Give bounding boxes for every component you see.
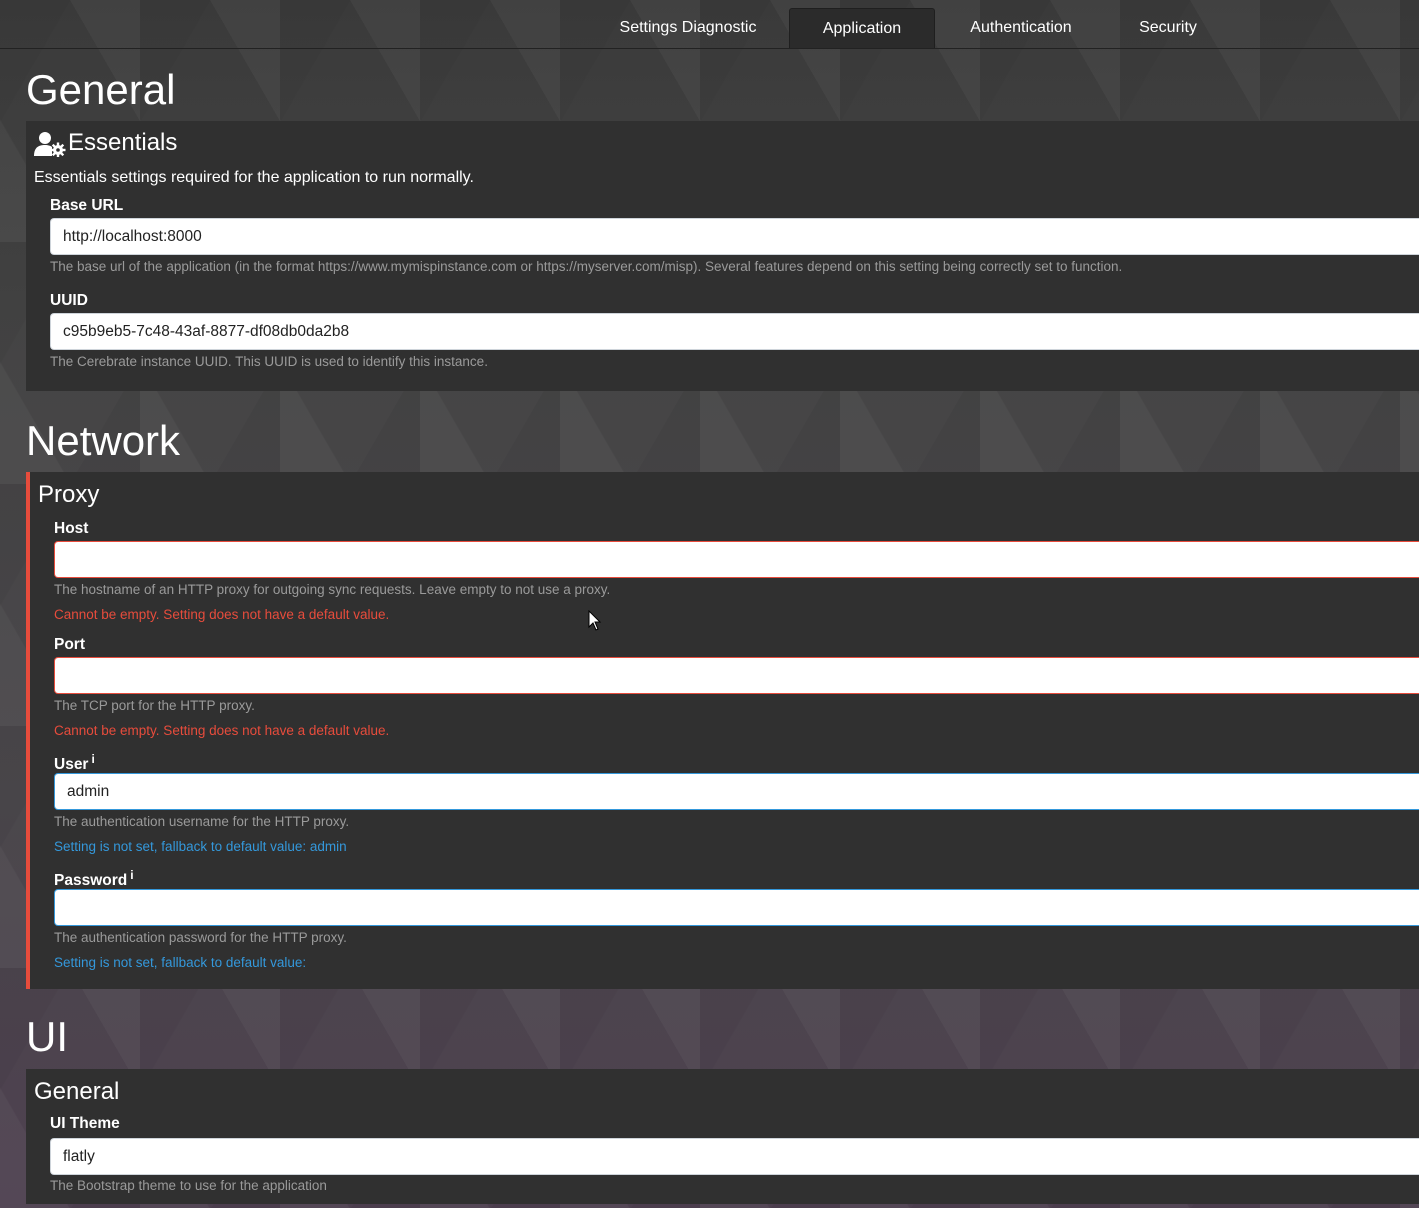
port-label: Port xyxy=(54,636,85,653)
host-label: Host xyxy=(54,520,89,537)
section-title-ui: UI xyxy=(26,1013,68,1060)
user-input[interactable]: admin xyxy=(54,773,1419,810)
user-label: User i xyxy=(54,752,95,774)
tab-application[interactable]: Application xyxy=(789,8,935,48)
base-url-help: The base url of the application (in the … xyxy=(50,259,1123,274)
password-label-text: Password xyxy=(54,872,128,890)
info-icon[interactable]: i xyxy=(91,752,94,766)
user-help: The authentication username for the HTTP… xyxy=(54,814,350,829)
ui-theme-help: The Bootstrap theme to use for the appli… xyxy=(50,1178,327,1193)
section-title-general: General xyxy=(26,66,176,113)
tab-authentication[interactable]: Authentication xyxy=(951,8,1091,48)
password-help: The authentication password for the HTTP… xyxy=(54,930,347,945)
ui-theme-label: UI Theme xyxy=(50,1115,120,1132)
tab-settings-diagnostic[interactable]: Settings Diagnostic xyxy=(603,8,773,48)
uuid-label: UUID xyxy=(50,292,88,309)
uuid-help: The Cerebrate instance UUID. This UUID i… xyxy=(50,354,488,369)
tab-security[interactable]: Security xyxy=(1107,8,1229,48)
port-error: Cannot be empty. Setting does not have a… xyxy=(54,723,390,738)
user-label-text: User xyxy=(54,756,89,774)
password-input[interactable] xyxy=(54,889,1419,926)
port-input[interactable] xyxy=(54,657,1419,694)
info-icon[interactable]: i xyxy=(130,868,133,882)
base-url-label: Base URL xyxy=(50,197,124,214)
user-default-notice: Setting is not set, fallback to default … xyxy=(54,839,347,854)
ui-general-card: General UI Theme flatly The Bootstrap th… xyxy=(26,1069,1419,1204)
uuid-input[interactable]: c95b9eb5-7c48-43af-8877-df08db0da2b8 xyxy=(50,313,1419,350)
ui-general-title: General xyxy=(34,1078,120,1105)
essentials-description: Essentials settings required for the app… xyxy=(34,169,474,186)
host-error: Cannot be empty. Setting does not have a… xyxy=(54,607,390,622)
user-gear-icon xyxy=(34,131,66,158)
password-default-notice: Setting is not set, fallback to default … xyxy=(54,955,307,970)
proxy-card: Proxy Host The hostname of an HTTP proxy… xyxy=(26,472,1419,989)
host-input[interactable] xyxy=(54,541,1419,578)
ui-theme-select[interactable]: flatly xyxy=(50,1138,1419,1175)
base-url-input[interactable]: http://localhost:8000 xyxy=(50,218,1419,255)
mouse-cursor-icon xyxy=(588,610,602,631)
essentials-title: Essentials xyxy=(68,129,178,156)
password-label: Password i xyxy=(54,868,134,890)
host-help: The hostname of an HTTP proxy for outgoi… xyxy=(54,582,611,597)
proxy-title: Proxy xyxy=(38,481,100,508)
section-title-network: Network xyxy=(26,417,181,464)
settings-tabs: Settings Diagnostic Application Authenti… xyxy=(0,0,1419,49)
port-help: The TCP port for the HTTP proxy. xyxy=(54,698,255,713)
essentials-card: Essentials Essentials settings required … xyxy=(26,121,1419,391)
